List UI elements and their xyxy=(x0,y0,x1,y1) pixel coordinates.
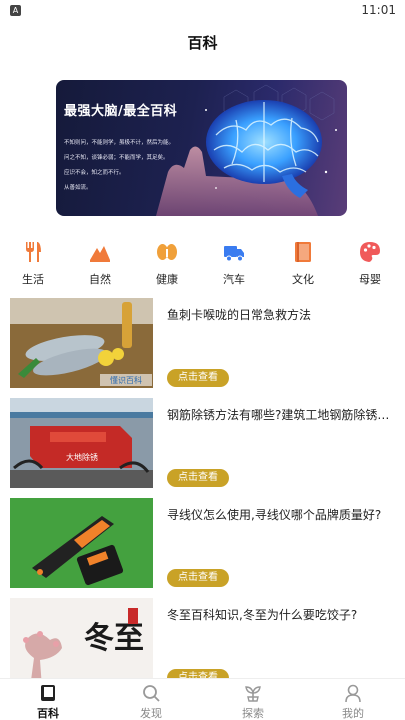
view-button[interactable]: 点击查看 xyxy=(167,369,229,387)
palette-icon xyxy=(360,242,380,262)
view-button[interactable]: 点击查看 xyxy=(167,469,229,487)
category-label: 自然 xyxy=(89,273,111,286)
bottom-navigation: 百科 发现 探索 我的 xyxy=(0,678,405,720)
fish-thumbnail: 懂识百科 xyxy=(10,298,153,388)
category-label: 母婴 xyxy=(359,273,381,286)
view-button[interactable]: 点击查看 xyxy=(167,569,229,587)
user-icon xyxy=(345,684,361,703)
nav-label: 百科 xyxy=(37,707,59,720)
article-item[interactable]: 懂识百科 鱼刺卡喉咙的日常急救方法 点击查看 xyxy=(10,298,395,388)
article-title[interactable]: 寻线仪怎么使用,寻线仪哪个品牌质量好? xyxy=(167,506,395,523)
category-culture[interactable]: 文化 xyxy=(278,240,328,287)
rust-removal-machine-thumbnail: 大地除锈 xyxy=(10,398,153,488)
kidney-icon xyxy=(157,244,177,260)
thumb-watermark: 懂识百科 xyxy=(110,375,142,385)
nav-tab-explore[interactable]: 探索 xyxy=(223,683,283,720)
thumb-watermark: 大地除锈 xyxy=(66,452,98,462)
article-title[interactable]: 冬至百科知识,冬至为什么要吃饺子? xyxy=(167,606,395,623)
category-mother-baby[interactable]: 母婴 xyxy=(345,240,395,287)
book-icon xyxy=(41,685,55,701)
nav-label: 发现 xyxy=(140,707,162,720)
search-icon xyxy=(143,685,160,702)
article-item[interactable]: 寻线仪怎么使用,寻线仪哪个品牌质量好? 点击查看 xyxy=(10,498,395,588)
mountain-icon xyxy=(90,246,110,262)
category-label: 健康 xyxy=(156,273,178,286)
banner-text-line: 应识不会，知之而不行。 xyxy=(64,170,125,176)
app-notification-icon: A xyxy=(10,4,21,16)
banner-text-line: 从善如流。 xyxy=(64,185,92,191)
status-bar: A 11:01 xyxy=(0,0,405,20)
status-time: 11:01 xyxy=(361,3,396,17)
nav-tab-mine[interactable]: 我的 xyxy=(323,683,383,720)
banner-title: 最强大脑/最全百科 xyxy=(64,104,178,119)
article-title[interactable]: 鱼刺卡喉咙的日常急救方法 xyxy=(167,306,395,323)
winter-solstice-thumbnail: 冬至 xyxy=(10,598,153,688)
nav-tab-baike[interactable]: 百科 xyxy=(18,683,78,720)
truck-icon xyxy=(224,246,244,262)
article-item[interactable]: 冬至 冬至百科知识,冬至为什么要吃饺子? 点击查看 xyxy=(10,598,395,688)
category-life[interactable]: 生活 xyxy=(8,240,58,287)
nav-tab-discover[interactable]: 发现 xyxy=(121,683,181,720)
category-label: 汽车 xyxy=(223,273,245,286)
nav-label: 探索 xyxy=(242,707,264,720)
article-item[interactable]: 大地除锈 钢筋除锈方法有哪些?建筑工地钢筋除锈… 点击查看 xyxy=(10,398,395,488)
article-title[interactable]: 钢筋除锈方法有哪些?建筑工地钢筋除锈… xyxy=(167,406,395,423)
category-bar: 生活 自然 健康 汽车 文化 母婴 xyxy=(0,240,405,290)
category-label: 生活 xyxy=(22,273,44,286)
sprout-icon xyxy=(245,686,261,702)
banner-text-line: 不知则问，不能则学，虽极不计，然后为能。 xyxy=(64,140,175,146)
brain-banner[interactable]: 最强大脑/最全百科 不知则问，不能则学，虽极不计，然后为能。 问之不知，谈锋必弱… xyxy=(56,80,347,216)
category-label: 文化 xyxy=(292,273,314,286)
banner-text-line: 问之不知，谈锋必弱；不能而学，其足矣。 xyxy=(64,155,169,161)
book-icon xyxy=(295,242,311,262)
utensils-icon xyxy=(26,242,41,262)
nav-label: 我的 xyxy=(342,707,364,720)
category-car[interactable]: 汽车 xyxy=(209,240,259,287)
cable-tracer-thumbnail xyxy=(10,498,153,588)
thumb-calligraphy: 冬至 xyxy=(84,621,144,656)
category-health[interactable]: 健康 xyxy=(142,240,192,287)
category-nature[interactable]: 自然 xyxy=(75,240,125,287)
page-title: 百科 xyxy=(187,34,218,52)
